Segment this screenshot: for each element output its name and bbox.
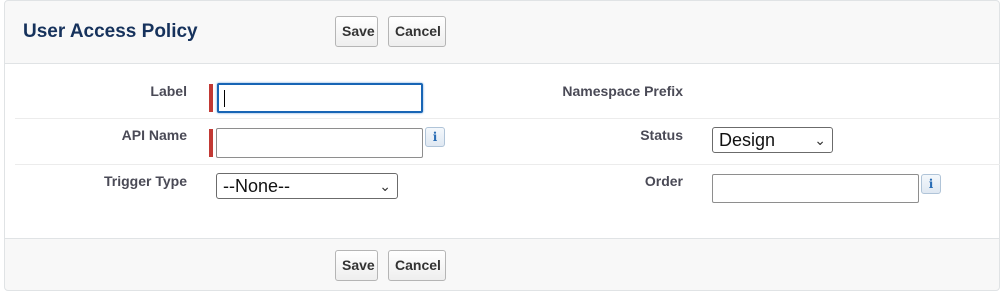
- save-button-top[interactable]: Save: [335, 16, 378, 47]
- row-divider: [15, 118, 1000, 119]
- cancel-button-top[interactable]: Cancel: [388, 16, 446, 47]
- order-label: Order: [644, 173, 683, 189]
- trigger-type-label: Trigger Type: [104, 173, 187, 189]
- chevron-down-icon: ⌄: [379, 178, 391, 194]
- api-name-label: API Name: [121, 127, 187, 143]
- page-header: User Access Policy Save Cancel: [5, 1, 999, 64]
- save-button-bottom[interactable]: Save: [335, 250, 378, 281]
- chevron-down-icon: ⌄: [814, 132, 826, 148]
- namespace-prefix-label: Namespace Prefix: [562, 83, 683, 99]
- required-indicator: [209, 129, 213, 157]
- status-select[interactable]: Design ⌄: [712, 127, 833, 153]
- api-name-input[interactable]: [216, 128, 423, 158]
- form-body: Label Namespace Prefix API Name i Status…: [5, 64, 1000, 239]
- label-field-label: Label: [150, 83, 187, 99]
- order-info-icon[interactable]: i: [921, 174, 941, 194]
- row-divider: [15, 164, 1000, 165]
- required-indicator: [209, 84, 213, 112]
- trigger-type-select[interactable]: --None-- ⌄: [216, 173, 398, 199]
- page-title: User Access Policy: [23, 21, 198, 42]
- status-label: Status: [640, 127, 683, 143]
- order-input[interactable]: [712, 174, 919, 203]
- api-name-info-icon[interactable]: i: [425, 127, 445, 147]
- text-caret: [224, 90, 225, 107]
- edit-panel: User Access Policy Save Cancel Label Nam…: [4, 0, 1000, 291]
- label-input[interactable]: [217, 83, 423, 113]
- cancel-button-bottom[interactable]: Cancel: [388, 250, 446, 281]
